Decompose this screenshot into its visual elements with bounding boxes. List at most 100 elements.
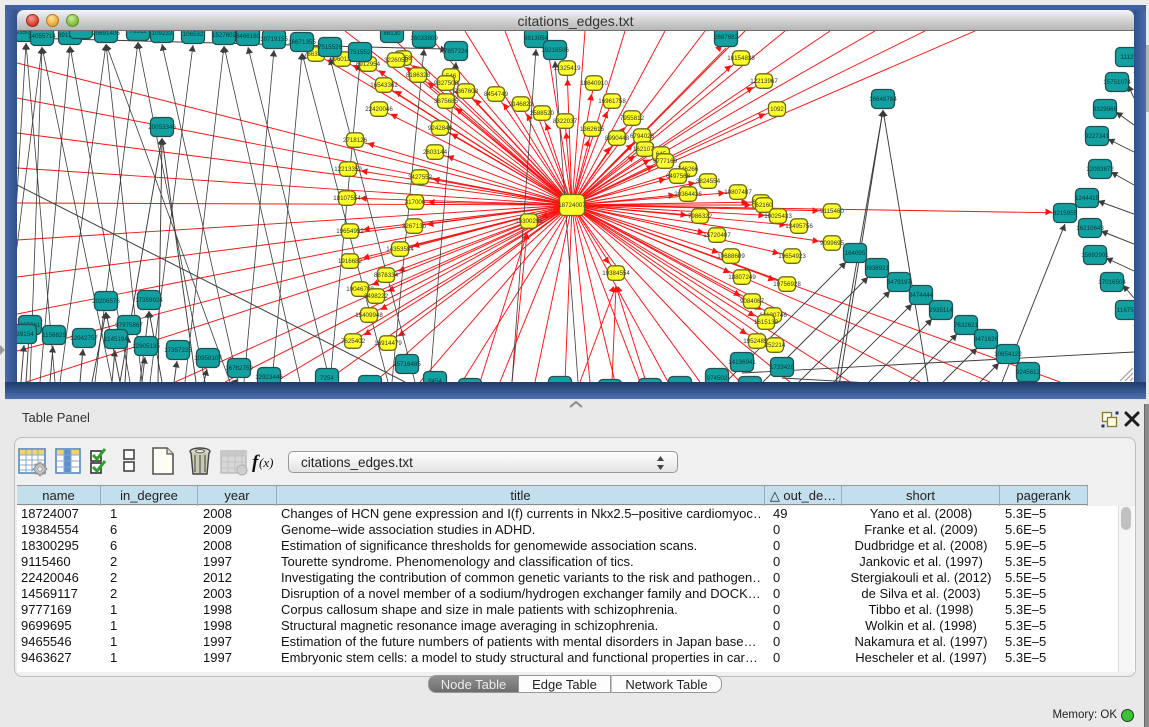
- svg-text:15751074: 15751074: [1103, 79, 1131, 86]
- svg-text:1092: 1092: [770, 106, 784, 113]
- svg-text:9099695: 9099695: [820, 240, 845, 247]
- svg-text:9227341: 9227341: [1085, 133, 1110, 140]
- svg-text:8878334: 8878334: [374, 272, 399, 279]
- svg-text:10958107: 10958107: [194, 355, 222, 362]
- svg-text:16914479: 16914479: [374, 340, 402, 347]
- svg-text:2718126: 2718126: [343, 137, 368, 144]
- svg-text:6497568: 6497568: [666, 173, 691, 180]
- svg-text:10688609: 10688609: [717, 253, 745, 260]
- svg-text:9242848: 9242848: [428, 125, 453, 132]
- svg-text:3226058: 3226058: [384, 57, 409, 64]
- svg-text:3498222: 3498222: [364, 293, 389, 300]
- svg-text:88130: 88130: [383, 31, 401, 37]
- svg-text:6466160: 6466160: [236, 33, 261, 40]
- svg-text:12923446: 12923446: [255, 374, 283, 381]
- svg-text:9084067: 9084067: [740, 298, 765, 305]
- svg-text:10025433: 10025433: [764, 213, 792, 220]
- svg-text:109233: 109233: [152, 31, 173, 37]
- svg-text:16033809: 16033809: [410, 35, 438, 42]
- svg-text:3875685: 3875685: [434, 98, 459, 105]
- svg-text:76512: 76512: [129, 31, 147, 35]
- svg-text:16543362: 16543362: [370, 82, 398, 89]
- svg-text:974502: 974502: [707, 375, 728, 382]
- svg-text:15300295: 15300295: [515, 218, 543, 225]
- svg-text:2367608: 2367608: [454, 88, 479, 95]
- svg-text:16210643: 16210643: [1076, 225, 1104, 232]
- svg-text:164095: 164095: [845, 250, 866, 257]
- svg-text:18807249: 18807249: [728, 274, 756, 281]
- svg-text:20691406: 20691406: [92, 31, 120, 37]
- svg-text:20053346: 20053346: [148, 124, 176, 131]
- svg-text:8454: 8454: [428, 378, 442, 382]
- svg-text:9146821: 9146821: [509, 101, 534, 108]
- svg-text:7254: 7254: [320, 375, 334, 382]
- svg-text:10807487: 10807487: [724, 189, 752, 196]
- svg-text:1362615: 1362615: [580, 126, 605, 133]
- svg-text:16961758: 16961758: [598, 98, 626, 105]
- svg-text:12942757: 12942757: [70, 335, 98, 342]
- svg-text:1145194: 1145194: [104, 336, 128, 343]
- svg-text:10756928: 10756928: [773, 281, 801, 288]
- svg-text:16671355: 16671355: [288, 39, 316, 46]
- svg-text:1916682: 1916682: [338, 258, 363, 265]
- svg-text:2588520: 2588520: [530, 110, 555, 117]
- svg-text:9329966: 9329966: [1093, 106, 1118, 113]
- svg-text:16648784: 16648784: [869, 96, 897, 103]
- svg-text:18640910: 18640910: [580, 80, 608, 87]
- svg-text:22420046: 22420046: [365, 106, 393, 113]
- svg-text:12905135: 12905135: [132, 343, 160, 350]
- svg-text:8322037: 8322037: [553, 118, 578, 125]
- svg-text:39154: 39154: [17, 331, 34, 338]
- svg-text:7515526: 7515526: [318, 44, 343, 51]
- svg-text:20364436: 20364436: [674, 191, 702, 198]
- svg-text:15409948: 15409948: [355, 312, 383, 319]
- svg-text:62160: 62160: [755, 202, 773, 209]
- svg-text:17357225: 17357225: [164, 347, 192, 354]
- svg-text:751552: 751552: [350, 49, 371, 56]
- svg-text:12093872: 12093872: [1086, 166, 1114, 173]
- svg-text:18107554: 18107554: [333, 195, 361, 202]
- svg-text:9115460: 9115460: [820, 208, 844, 215]
- svg-text:2935114: 2935114: [929, 307, 953, 314]
- svg-text:7625402: 7625402: [341, 338, 366, 345]
- svg-text:1733426: 1733426: [770, 364, 795, 371]
- svg-text:8186328: 8186328: [406, 72, 431, 79]
- svg-text:8454749: 8454749: [484, 91, 509, 98]
- svg-text:6794028: 6794028: [630, 133, 655, 140]
- svg-text:(x): (x): [259, 455, 273, 470]
- svg-text:10719155: 10719155: [260, 36, 288, 43]
- svg-text:3824554: 3824554: [696, 178, 721, 185]
- svg-text:1244415: 1244415: [1075, 195, 1100, 202]
- svg-text:18724007: 18724007: [558, 202, 586, 209]
- svg-text:1615132: 1615132: [754, 319, 779, 326]
- svg-text:317006: 317006: [405, 199, 426, 206]
- svg-text:1112: 1112: [1121, 54, 1134, 61]
- svg-text:7857224: 7857224: [444, 48, 469, 55]
- svg-text:17359924: 17359924: [135, 297, 163, 304]
- svg-text:3267130: 3267130: [402, 223, 427, 230]
- svg-text:7986322: 7986322: [688, 213, 713, 220]
- svg-text:19654952: 19654952: [336, 228, 364, 235]
- svg-text:10654122: 10654122: [994, 351, 1022, 358]
- svg-text:3215955: 3215955: [1053, 210, 1078, 217]
- svg-text:97975867: 97975867: [115, 322, 143, 329]
- svg-text:11325419: 11325419: [553, 65, 581, 72]
- svg-text:19384554: 19384554: [602, 270, 630, 277]
- svg-text:14055714: 14055714: [28, 33, 56, 40]
- svg-text:13495756: 13495756: [785, 223, 813, 230]
- svg-text:16782759: 16782759: [225, 365, 253, 372]
- svg-text:14136941: 14136941: [728, 359, 756, 366]
- svg-text:1527602: 1527602: [212, 32, 237, 39]
- svg-text:3427552: 3427552: [408, 174, 433, 181]
- svg-text:1156829: 1156829: [42, 332, 66, 339]
- svg-text:2803144: 2803144: [423, 149, 448, 156]
- svg-text:12213359: 12213359: [334, 166, 362, 173]
- svg-text:8938921: 8938921: [865, 265, 890, 272]
- svg-text:19218506: 19218506: [541, 47, 569, 54]
- svg-text:12213967: 12213967: [750, 78, 778, 85]
- svg-text:9474444: 9474444: [909, 292, 934, 299]
- svg-text:17016504: 17016504: [1098, 279, 1126, 286]
- svg-text:7632621: 7632621: [954, 322, 979, 329]
- svg-text:8471626: 8471626: [974, 336, 999, 343]
- svg-text:6479197: 6479197: [887, 279, 912, 286]
